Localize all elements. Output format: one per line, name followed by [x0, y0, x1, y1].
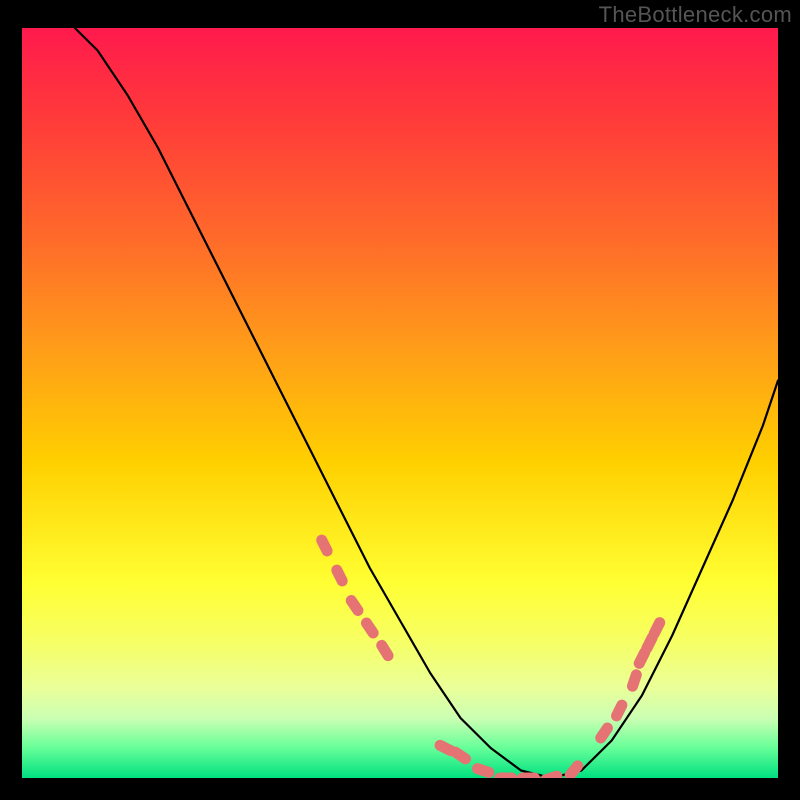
chart-overlay: [22, 28, 778, 778]
bottleneck-curve: [75, 28, 778, 778]
optimal-marker: [518, 773, 540, 778]
attribution-text: TheBottleneck.com: [599, 2, 792, 28]
optimal-marker: [375, 639, 395, 663]
optimal-marker: [330, 563, 349, 587]
chart-frame: TheBottleneck.com: [0, 0, 800, 800]
optimal-marker: [360, 616, 381, 640]
optimal-marker: [449, 745, 473, 765]
optimal-marker: [648, 616, 667, 640]
optimal-marker: [626, 668, 642, 692]
optimal-marker: [539, 770, 563, 778]
optimal-marker: [563, 759, 585, 778]
optimal-range-markers: [315, 533, 666, 778]
optimal-marker: [344, 594, 365, 618]
optimal-marker: [471, 762, 495, 778]
optimal-marker: [495, 773, 517, 778]
plot-area: [22, 28, 778, 778]
optimal-marker: [315, 533, 334, 557]
